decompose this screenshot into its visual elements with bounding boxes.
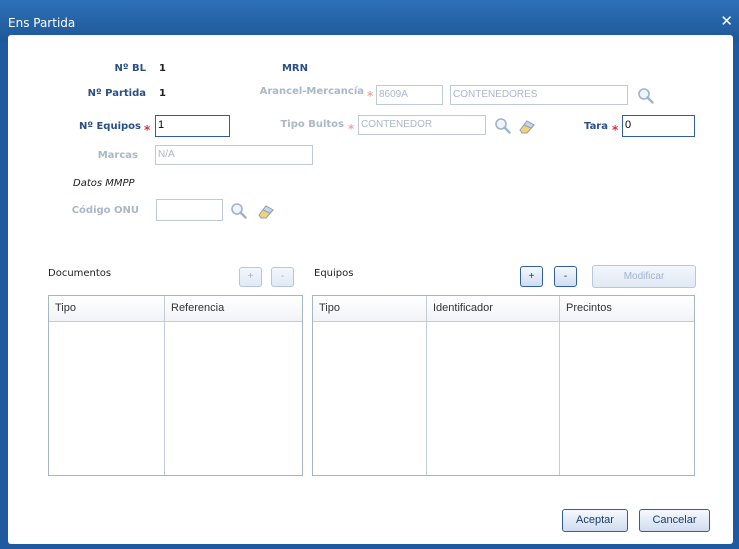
partida-value: 1: [159, 88, 166, 99]
cancel-button[interactable]: Cancelar: [639, 509, 710, 532]
equipos-required-mark: *: [144, 123, 151, 137]
documentos-remove-button[interactable]: -: [271, 267, 294, 287]
marcas-input[interactable]: N/A: [155, 145, 313, 165]
arancel-code-input[interactable]: 8609A: [376, 85, 443, 105]
mrn-label: MRN: [281, 63, 308, 74]
documentos-add-button[interactable]: +: [239, 267, 262, 287]
partida-label: Nº Partida: [87, 88, 146, 99]
tara-input[interactable]: 0: [622, 115, 695, 137]
equipos-column-identificador[interactable]: Identificador: [427, 296, 560, 322]
documentos-column-body: [49, 322, 165, 475]
equipos-column-precintos[interactable]: Precintos: [560, 296, 694, 322]
documentos-column-referencia[interactable]: Referencia: [165, 296, 302, 322]
search-icon[interactable]: [494, 117, 512, 135]
eraser-icon[interactable]: [518, 118, 536, 134]
equipos-column-body: [313, 322, 427, 475]
equipos-remove-button[interactable]: -: [554, 266, 577, 287]
marcas-label: Marcas: [97, 150, 138, 161]
modificar-button[interactable]: Modificar: [592, 265, 696, 288]
documentos-title: Documentos: [48, 268, 112, 279]
dialog-content: Nº BL 1 MRN Nº Partida 1 Arancel-Mercanc…: [8, 35, 733, 544]
equipos-column-body: [427, 322, 560, 475]
tipo-bultos-input[interactable]: CONTENEDOR: [358, 115, 486, 135]
tara-label: Tara: [584, 121, 608, 132]
equipos-count-label: Nº Equipos: [78, 121, 141, 132]
arancel-required-mark: *: [367, 89, 374, 103]
documentos-column-tipo[interactable]: Tipo: [49, 296, 165, 322]
equipos-title: Equipos: [314, 268, 354, 279]
datos-mmpp-label: Datos MMPP: [73, 178, 135, 189]
dialog-window: Ens Partida ✕ Nº BL 1 MRN Nº Partida 1 A…: [0, 0, 739, 549]
eraser-icon[interactable]: [257, 203, 275, 219]
window-title: Ens Partida: [8, 16, 76, 30]
search-icon[interactable]: [230, 202, 248, 220]
tipo-bultos-required-mark: *: [348, 122, 355, 136]
arancel-label: Arancel-Mercancía: [259, 86, 364, 97]
equipos-table[interactable]: Tipo Identificador Precintos: [312, 295, 695, 476]
accept-button[interactable]: Aceptar: [562, 509, 628, 532]
bl-label: Nº BL: [114, 63, 146, 74]
equipos-count-input[interactable]: 1: [155, 115, 230, 137]
equipos-column-tipo[interactable]: Tipo: [313, 296, 427, 322]
tara-required-mark: *: [612, 123, 619, 137]
documentos-table[interactable]: Tipo Referencia: [48, 295, 303, 476]
tipo-bultos-label: Tipo Bultos: [280, 119, 344, 130]
equipos-add-button[interactable]: +: [520, 266, 543, 287]
arancel-description-input[interactable]: CONTENEDORES: [450, 85, 628, 105]
search-icon[interactable]: [637, 87, 655, 105]
codigo-onu-label: Código ONU: [71, 205, 139, 216]
bl-value: 1: [159, 63, 166, 74]
codigo-onu-input[interactable]: [156, 199, 223, 221]
close-icon[interactable]: ✕: [720, 14, 733, 29]
